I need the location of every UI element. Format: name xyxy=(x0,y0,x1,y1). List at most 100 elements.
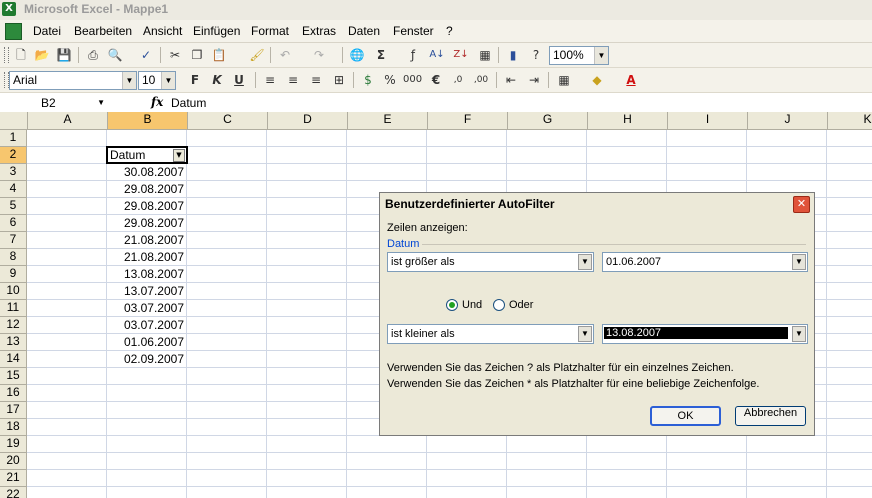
menu-datei[interactable]: Datei xyxy=(33,24,61,38)
row-header-1[interactable]: 1 xyxy=(0,130,27,147)
function-icon[interactable]: fx xyxy=(151,95,163,109)
row-header-5[interactable]: 5 xyxy=(0,198,27,215)
undo-icon[interactable]: ↶ xyxy=(276,46,294,64)
row-header-9[interactable]: 9 xyxy=(0,266,27,283)
dialog-title-bar[interactable]: Benutzerdefinierter AutoFilter ✕ xyxy=(380,193,814,215)
condition1-value-select[interactable]: 01.06.2007 ▼ xyxy=(602,252,808,272)
chevron-down-icon[interactable]: ▼ xyxy=(578,254,592,270)
increase-decimal-icon[interactable]: ,0 xyxy=(449,71,467,89)
row-header-4[interactable]: 4 xyxy=(0,181,27,198)
cell-b7[interactable]: 21.08.2007 xyxy=(107,232,186,248)
italic-button[interactable]: K xyxy=(208,71,226,89)
row-header-13[interactable]: 13 xyxy=(0,334,27,351)
cell-b6[interactable]: 29.08.2007 xyxy=(107,215,186,231)
chevron-down-icon[interactable]: ▼ xyxy=(594,47,608,64)
or-label[interactable]: Oder xyxy=(509,299,533,311)
cut-icon[interactable]: ✂ xyxy=(166,46,184,64)
print-preview-icon[interactable]: 🔍 xyxy=(106,46,124,64)
new-icon[interactable]: 🗋 xyxy=(12,46,30,64)
bold-button[interactable]: F xyxy=(186,71,204,89)
align-left-icon[interactable]: ≡ xyxy=(261,71,279,89)
menu-ansicht[interactable]: Ansicht xyxy=(143,24,182,38)
row-header-20[interactable]: 20 xyxy=(0,453,27,470)
chevron-down-icon[interactable]: ▼ xyxy=(792,254,806,270)
spellcheck-icon[interactable]: ✓ xyxy=(137,46,155,64)
row-header-11[interactable]: 11 xyxy=(0,300,27,317)
row-header-15[interactable]: 15 xyxy=(0,368,27,385)
col-header-k[interactable]: K xyxy=(828,112,872,130)
row-header-22[interactable]: 22 xyxy=(0,487,27,498)
menu-daten[interactable]: Daten xyxy=(348,24,380,38)
col-header-g[interactable]: G xyxy=(508,112,588,130)
select-all-corner[interactable] xyxy=(0,112,28,130)
chevron-down-icon[interactable]: ▼ xyxy=(122,72,136,89)
toolbar-grip[interactable] xyxy=(4,47,9,63)
increase-indent-icon[interactable]: ⇥ xyxy=(525,71,543,89)
font-size-select[interactable]: 10 ▼ xyxy=(138,71,176,90)
cell-b9[interactable]: 13.08.2007 xyxy=(107,266,186,282)
cell-b5[interactable]: 29.08.2007 xyxy=(107,198,186,214)
chevron-down-icon[interactable]: ▼ xyxy=(578,326,592,342)
cell-b12[interactable]: 03.07.2007 xyxy=(107,317,186,333)
condition1-operator-select[interactable]: ist größer als ▼ xyxy=(387,252,594,272)
merge-center-icon[interactable]: ⊞ xyxy=(330,71,348,89)
align-center-icon[interactable]: ≡ xyxy=(284,71,302,89)
cell-b13[interactable]: 01.06.2007 xyxy=(107,334,186,350)
row-header-14[interactable]: 14 xyxy=(0,351,27,368)
underline-button[interactable]: U xyxy=(230,71,248,89)
menu-help[interactable]: ? xyxy=(446,24,453,38)
sort-descending-icon[interactable]: Z↓ xyxy=(452,46,470,64)
row-header-18[interactable]: 18 xyxy=(0,419,27,436)
row-header-7[interactable]: 7 xyxy=(0,232,27,249)
cancel-button[interactable]: Abbrechen xyxy=(735,406,806,426)
row-header-16[interactable]: 16 xyxy=(0,385,27,402)
chevron-down-icon[interactable]: ▼ xyxy=(792,326,806,342)
copy-icon[interactable]: ❐ xyxy=(188,46,206,64)
row-header-6[interactable]: 6 xyxy=(0,215,27,232)
help-icon[interactable]: ? xyxy=(527,46,545,64)
menu-fenster[interactable]: Fenster xyxy=(393,24,434,38)
cell-b14[interactable]: 02.09.2007 xyxy=(107,351,186,367)
workbook-icon[interactable] xyxy=(5,23,22,40)
cell-b10[interactable]: 13.07.2007 xyxy=(107,283,186,299)
drawing-icon[interactable]: ▮ xyxy=(504,46,522,64)
paste-icon[interactable]: 📋 xyxy=(210,46,228,64)
autofilter-dropdown-icon[interactable]: ▼ xyxy=(173,149,185,162)
autosum-icon[interactable]: Σ xyxy=(372,46,390,64)
borders-icon[interactable]: ▦ xyxy=(555,71,573,89)
col-header-i[interactable]: I xyxy=(668,112,748,130)
cell-b3[interactable]: 30.08.2007 xyxy=(107,164,186,180)
chevron-down-icon[interactable]: ▼ xyxy=(161,72,175,89)
decrease-decimal-icon[interactable]: ,00 xyxy=(472,71,490,89)
menu-einfuegen[interactable]: Einfügen xyxy=(193,24,240,38)
sort-ascending-icon[interactable]: A↓ xyxy=(428,46,446,64)
condition2-value-select[interactable]: 13.08.2007 ▼ xyxy=(602,324,808,344)
col-header-e[interactable]: E xyxy=(348,112,428,130)
col-header-b[interactable]: B xyxy=(108,112,188,130)
fill-color-icon[interactable]: ◆ xyxy=(588,71,606,89)
print-icon[interactable]: ⎙ xyxy=(84,46,102,64)
chart-wizard-icon[interactable]: ▦ xyxy=(476,46,494,64)
condition2-operator-select[interactable]: ist kleiner als ▼ xyxy=(387,324,594,344)
save-icon[interactable]: 💾 xyxy=(55,46,73,64)
decrease-indent-icon[interactable]: ⇤ xyxy=(502,71,520,89)
menu-format[interactable]: Format xyxy=(251,24,289,38)
currency-icon[interactable]: $ xyxy=(359,71,377,89)
row-header-2[interactable]: 2 xyxy=(0,147,27,164)
or-radio[interactable] xyxy=(493,299,505,311)
menu-bearbeiten[interactable]: Bearbeiten xyxy=(74,24,132,38)
cell-b11[interactable]: 03.07.2007 xyxy=(107,300,186,316)
close-icon[interactable]: ✕ xyxy=(793,196,810,213)
col-header-c[interactable]: C xyxy=(188,112,268,130)
function-icon[interactable]: ƒ xyxy=(404,46,422,64)
hyperlink-icon[interactable]: 🌐 xyxy=(348,46,366,64)
row-header-21[interactable]: 21 xyxy=(0,470,27,487)
col-header-f[interactable]: F xyxy=(428,112,508,130)
row-header-12[interactable]: 12 xyxy=(0,317,27,334)
redo-icon[interactable]: ↷ xyxy=(310,46,328,64)
and-radio[interactable] xyxy=(446,299,458,311)
format-painter-icon[interactable]: 🖌 xyxy=(248,46,266,64)
chevron-down-icon[interactable]: ▼ xyxy=(97,95,105,110)
font-select[interactable]: Arial ▼ xyxy=(9,71,137,90)
and-label[interactable]: Und xyxy=(462,299,482,311)
